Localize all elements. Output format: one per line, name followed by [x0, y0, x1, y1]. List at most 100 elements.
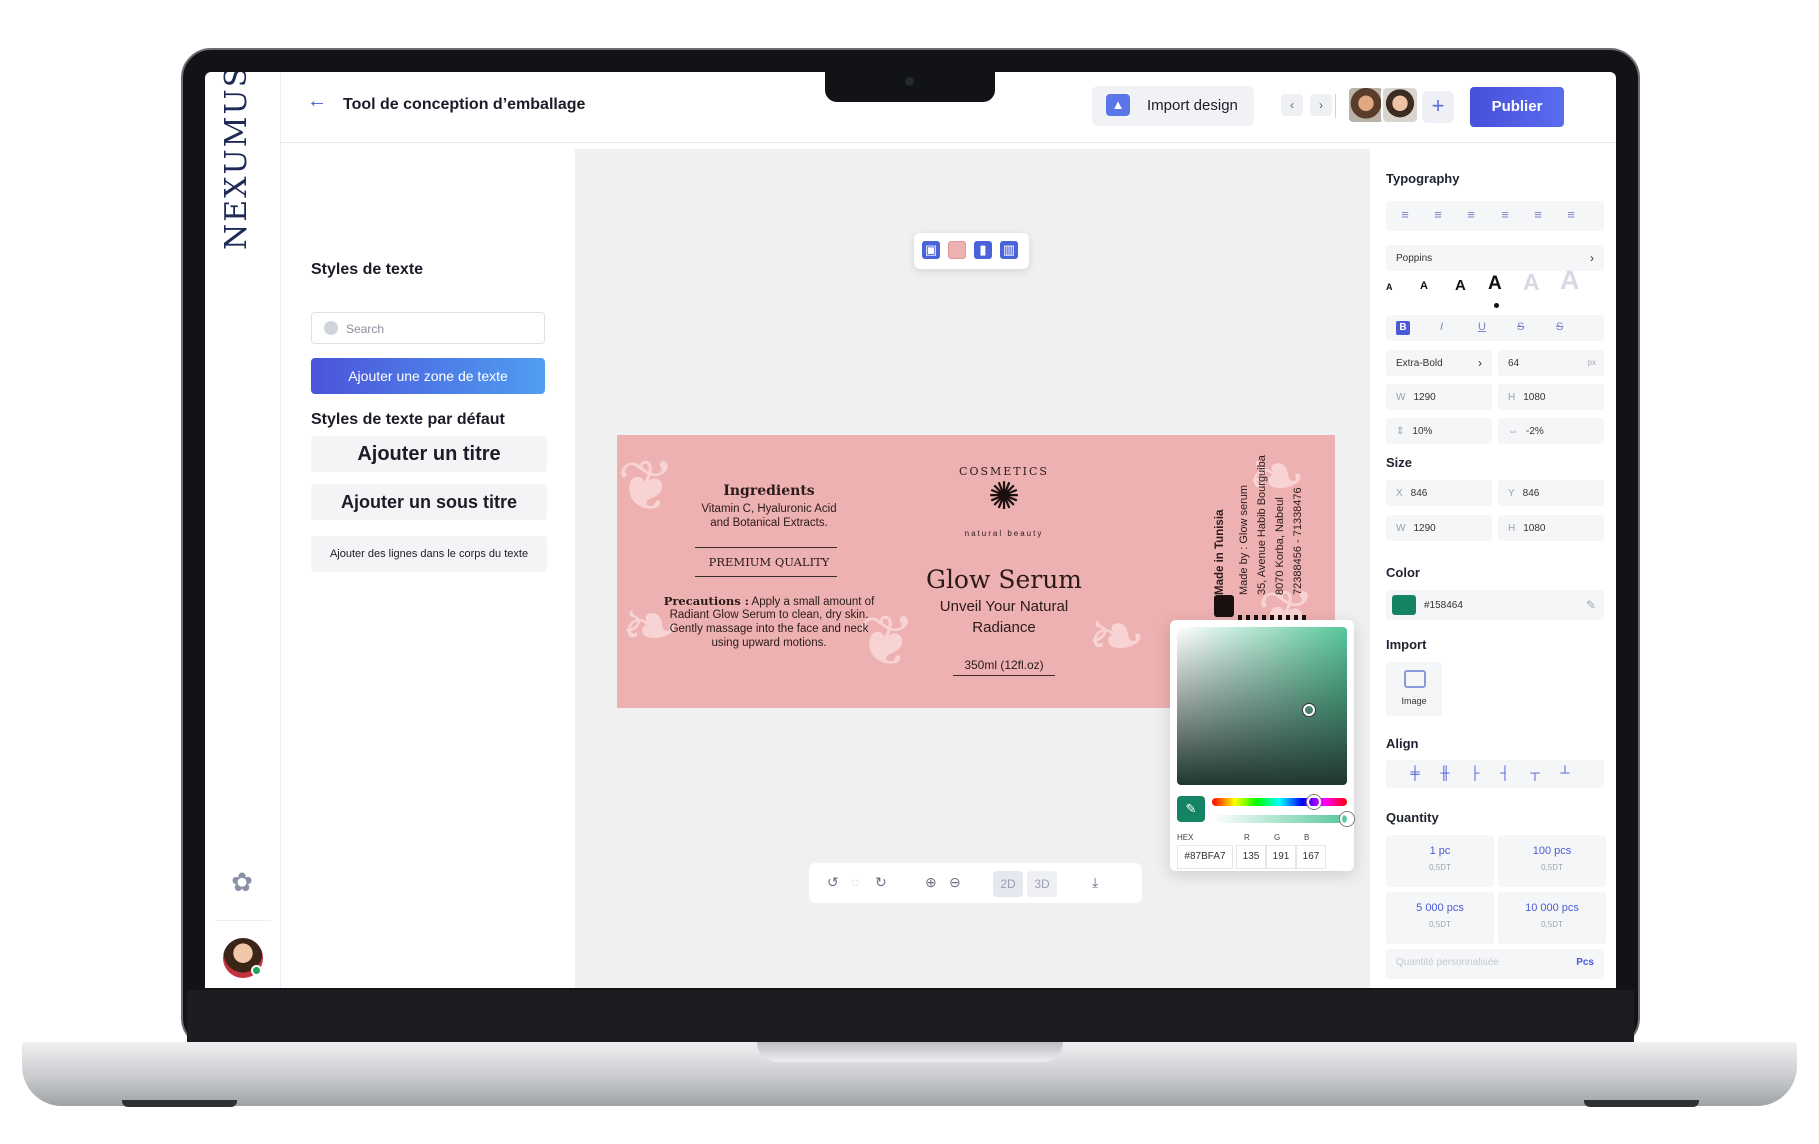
collaborator-avatar[interactable]: [1347, 86, 1385, 124]
chevron-right-icon: ›: [1478, 356, 1482, 370]
quantity-option[interactable]: 100 pcs 0,5DT: [1498, 835, 1606, 887]
back-arrow-icon[interactable]: ←: [307, 90, 327, 113]
double-strike-icon[interactable]: S: [1556, 321, 1563, 333]
align-center-v-icon[interactable]: ╫: [1434, 765, 1456, 785]
align-right-icon[interactable]: ≡: [1460, 207, 1482, 227]
divider: [695, 547, 837, 548]
align-left-edge-icon[interactable]: ├: [1464, 765, 1486, 785]
ingredients-text: Vitamin C, Hyaluronic Acid: [701, 503, 837, 515]
alpha-slider[interactable]: [1212, 815, 1347, 823]
text-wrap-icon[interactable]: ≡: [1560, 207, 1582, 227]
alpha-handle[interactable]: [1340, 812, 1354, 826]
color-swatch[interactable]: [1392, 595, 1416, 615]
align-top-icon[interactable]: ┬: [1524, 765, 1546, 785]
line-height-input[interactable]: ⇕ 10%: [1386, 418, 1492, 444]
zoom-in-icon[interactable]: ⊕: [925, 874, 937, 891]
r-input[interactable]: 135: [1236, 845, 1266, 869]
letter-spacing-input[interactable]: ⇔ -2%: [1498, 418, 1604, 444]
download-icon[interactable]: ⤓: [1092, 874, 1098, 891]
laptop-foot: [1584, 1100, 1699, 1107]
publish-button[interactable]: Publier: [1470, 87, 1564, 127]
weight-value: Extra-Bold: [1396, 358, 1443, 369]
redo-icon[interactable]: ↻: [875, 874, 887, 891]
app-screen: NEXUMUS ✿ ← Tool de conception d’emballa…: [205, 72, 1616, 988]
hue-handle[interactable]: [1307, 795, 1321, 809]
trash-icon[interactable]: ▮: [974, 241, 992, 259]
fill-color-swatch[interactable]: [948, 241, 966, 259]
justify-all-icon[interactable]: ≡: [1527, 207, 1549, 227]
made-in-text: Made in Tunisia: [1214, 509, 1226, 595]
y-value: 846: [1522, 488, 1540, 499]
color-knob[interactable]: [1303, 704, 1315, 716]
add-title-style[interactable]: Ajouter un titre: [311, 436, 547, 472]
undo-icon[interactable]: ↺: [827, 874, 839, 891]
align-center-h-icon[interactable]: ╪: [1404, 765, 1426, 785]
bold-icon[interactable]: B: [1396, 321, 1410, 335]
strikethrough-icon[interactable]: S: [1517, 321, 1524, 333]
font-size-input[interactable]: 64 px: [1498, 350, 1604, 376]
quantity-option[interactable]: 5 000 pcs 0,5DT: [1386, 892, 1494, 944]
italic-icon[interactable]: I: [1440, 321, 1443, 333]
width-input[interactable]: W 1290: [1386, 384, 1492, 410]
g-input[interactable]: 191: [1266, 845, 1296, 869]
font-size-xl[interactable]: A: [1523, 269, 1540, 296]
font-size-xxl[interactable]: A: [1560, 265, 1580, 296]
zoom-out-icon[interactable]: ⊖: [949, 874, 961, 891]
color-input[interactable]: #158464 ✎: [1386, 590, 1604, 620]
align-right-edge-icon[interactable]: ┤: [1494, 765, 1516, 785]
justify-icon[interactable]: ≡: [1494, 207, 1516, 227]
quantity-option[interactable]: 10 000 pcs 0,5DT: [1498, 892, 1606, 944]
saturation-area[interactable]: [1177, 627, 1347, 785]
b-input[interactable]: 167: [1296, 845, 1326, 869]
precautions-title: Precautions :: [663, 594, 749, 608]
import-image-button[interactable]: Image: [1386, 662, 1442, 716]
image-icon: [1404, 670, 1426, 688]
color-picker: ✎ HEX R G B #87BFA7 135 191 167: [1170, 620, 1354, 871]
font-size-m[interactable]: A: [1455, 277, 1466, 294]
line-height-value: 10%: [1412, 426, 1433, 437]
laptop-chin: [187, 990, 1634, 1042]
hex-input[interactable]: #87BFA7: [1177, 845, 1233, 869]
quantity-price: 0,5DT: [1429, 863, 1451, 872]
save-icon[interactable]: ▣: [922, 241, 940, 259]
gear-icon[interactable]: ✿: [227, 867, 257, 897]
natural-beauty-text: natural beauty: [964, 529, 1044, 538]
hue-slider[interactable]: [1212, 798, 1347, 806]
import-design-button[interactable]: ▲ Import design: [1092, 86, 1254, 126]
font-size-xs[interactable]: A: [1386, 282, 1393, 292]
font-size-l[interactable]: A: [1488, 273, 1502, 295]
w-caption: W: [1396, 523, 1406, 534]
font-size-s[interactable]: A: [1420, 280, 1428, 292]
chevron-left-icon[interactable]: ‹: [1281, 94, 1303, 116]
duplicate-icon[interactable]: ▥: [1000, 241, 1018, 259]
side-text: 72388456 - 71338476: [1292, 487, 1304, 595]
align-bottom-icon[interactable]: ┴: [1554, 765, 1576, 785]
custom-quantity-input[interactable]: Quantité personnalisée Pcs: [1386, 949, 1604, 979]
font-weight-select[interactable]: Extra-Bold ›: [1386, 350, 1492, 376]
typography-heading: Typography: [1386, 171, 1460, 186]
quantity-option[interactable]: 1 pc 0,5DT: [1386, 835, 1494, 887]
align-center-icon[interactable]: ≡: [1427, 207, 1449, 227]
height-input[interactable]: H 1080: [1498, 384, 1604, 410]
mode-3d-button[interactable]: 3D: [1027, 871, 1057, 897]
collaborator-avatar[interactable]: [1381, 86, 1419, 124]
add-subtitle-style[interactable]: Ajouter un sous titre: [311, 484, 547, 520]
panel-heading: Styles de texte: [311, 261, 424, 278]
y-input[interactable]: Y 846: [1498, 480, 1604, 506]
x-input[interactable]: X 846: [1386, 480, 1492, 506]
eyedropper-icon[interactable]: ✎: [1586, 598, 1596, 612]
underline-icon[interactable]: U: [1478, 321, 1486, 333]
add-body-style[interactable]: Ajouter des lignes dans le corps du text…: [311, 536, 547, 572]
eyedropper-icon[interactable]: ✎: [1177, 796, 1205, 822]
align-left-icon[interactable]: ≡: [1394, 207, 1416, 227]
add-text-zone-button[interactable]: Ajouter une zone de texte: [311, 358, 545, 394]
size-width-input[interactable]: W 1290: [1386, 515, 1492, 541]
search-input[interactable]: Search: [311, 312, 545, 344]
precautions-text: using upward motions.: [711, 637, 827, 649]
mode-2d-button[interactable]: 2D: [993, 871, 1023, 897]
tagline: Radiance: [972, 619, 1036, 636]
reset-icon[interactable]: ◌: [851, 874, 859, 890]
add-collaborator-button[interactable]: +: [1422, 91, 1454, 123]
chevron-right-icon[interactable]: ›: [1310, 94, 1332, 116]
size-height-input[interactable]: H 1080: [1498, 515, 1604, 541]
